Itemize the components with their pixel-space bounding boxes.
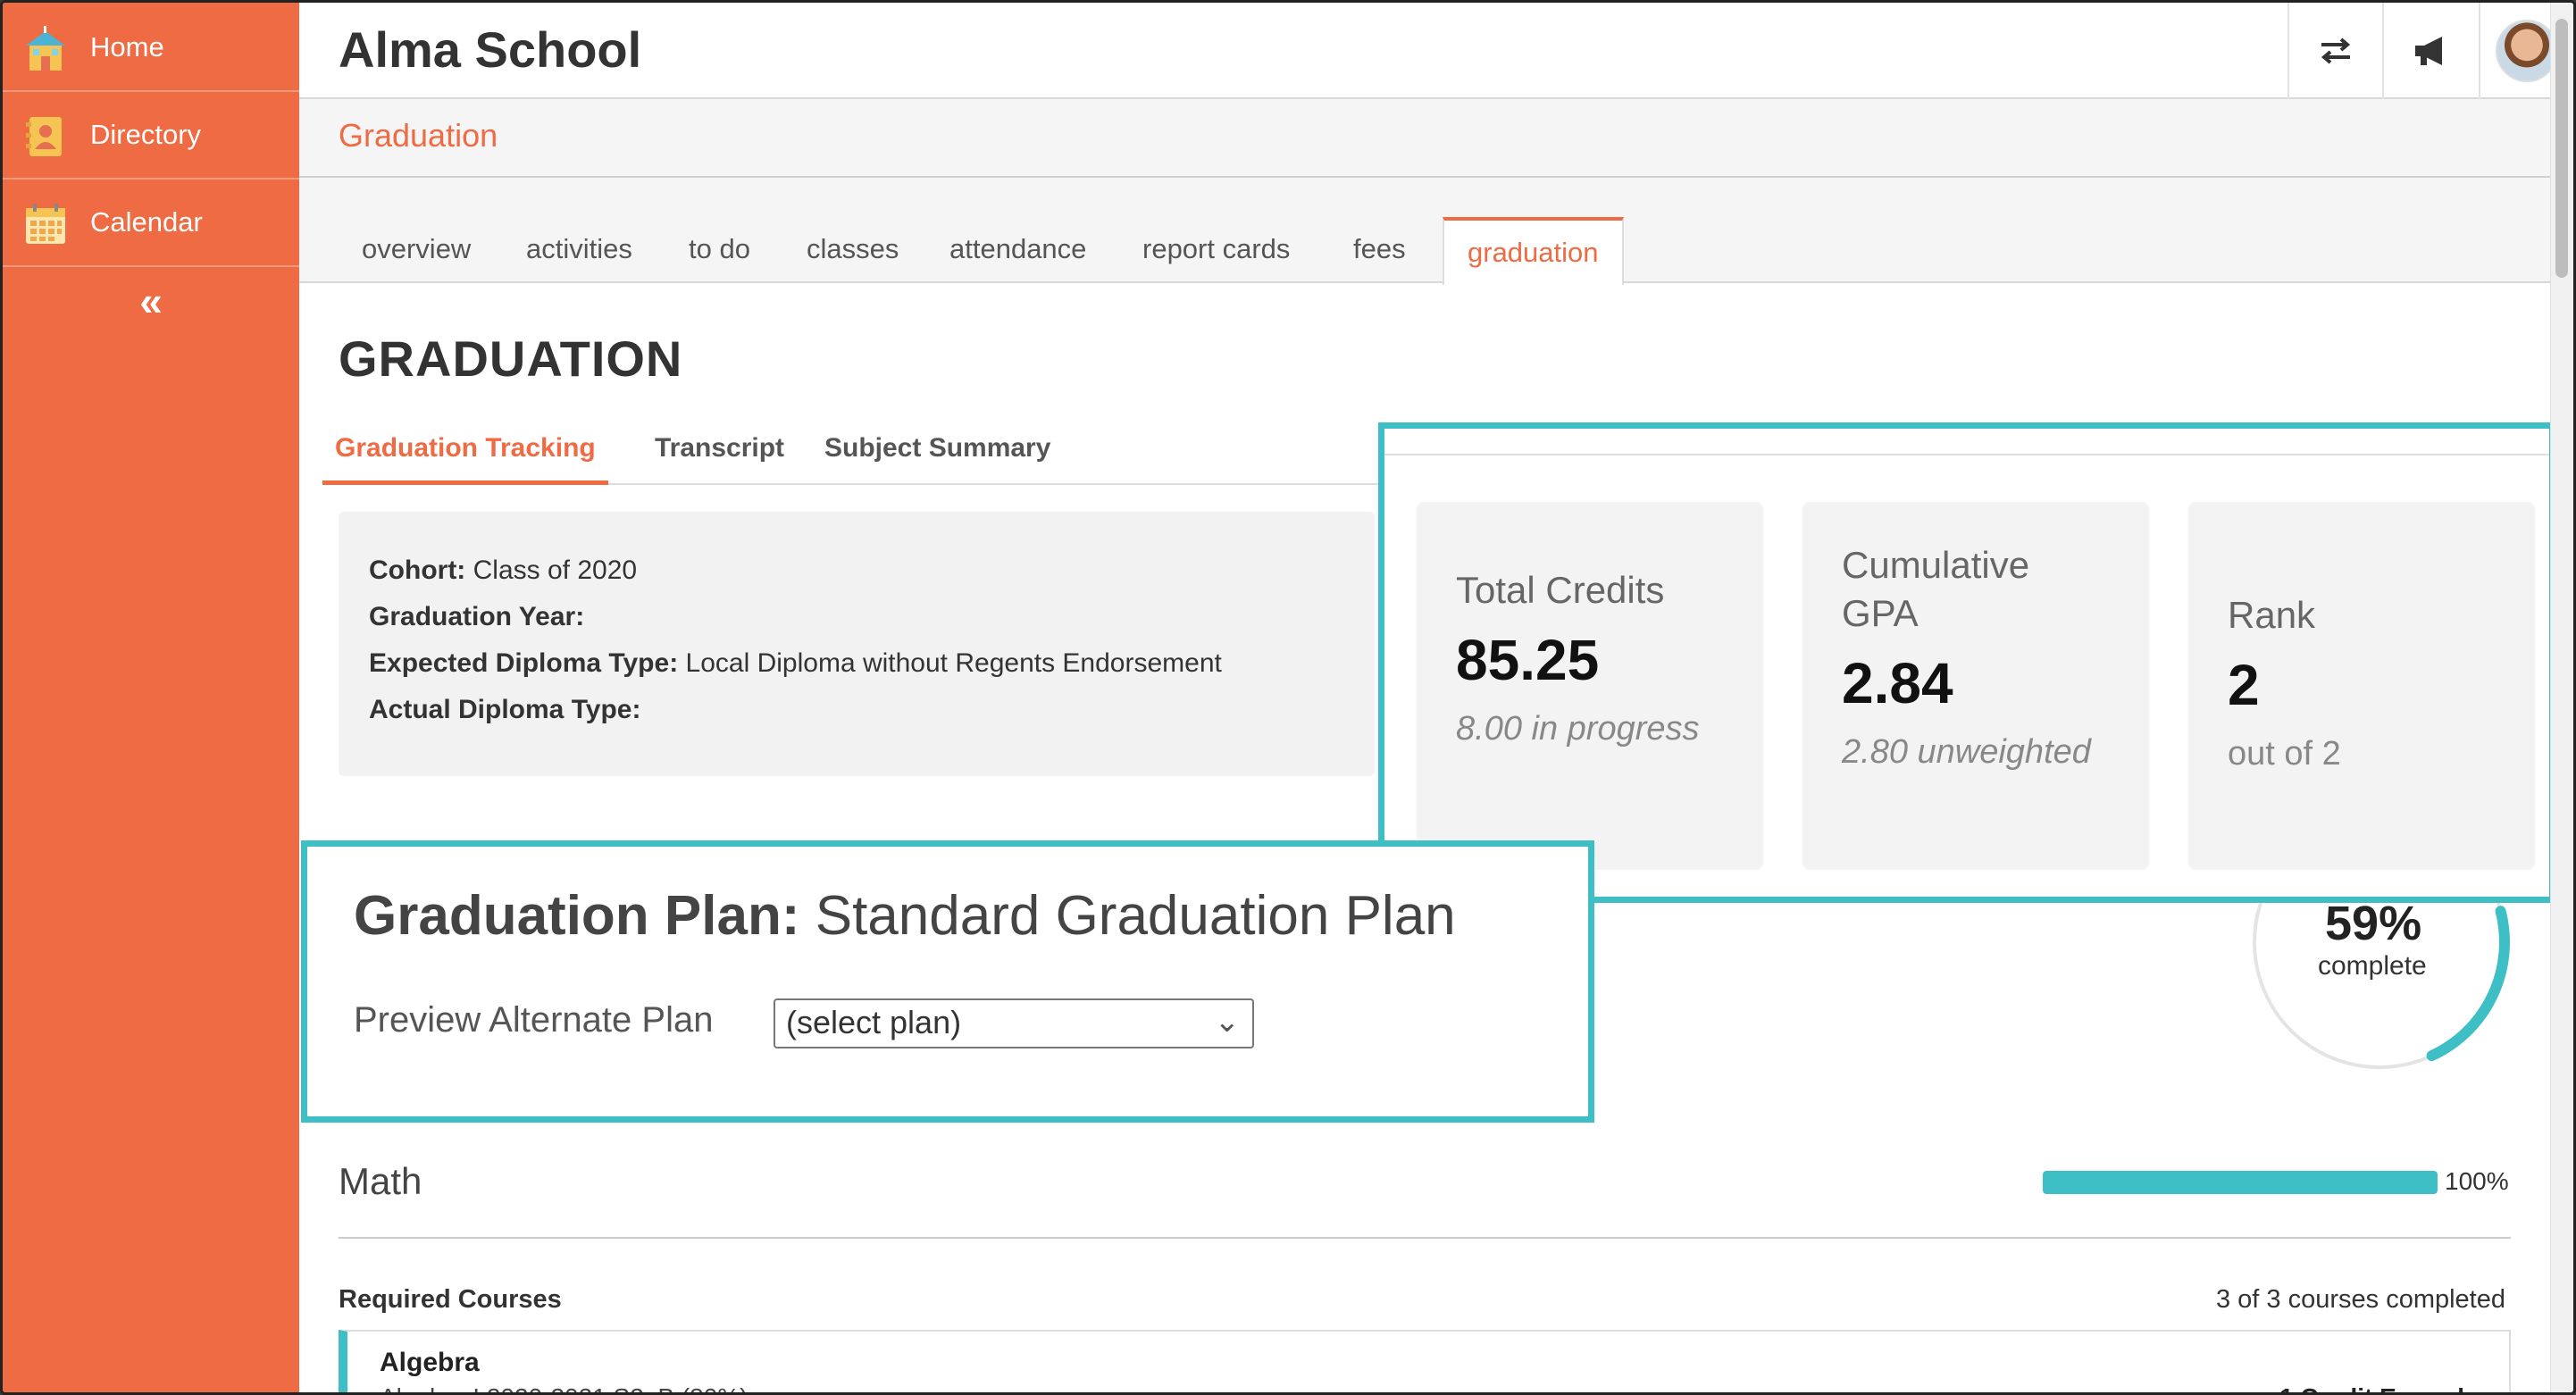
school-title: Alma School	[339, 21, 642, 78]
cohort-info-panel: Cohort: Class of 2020 Graduation Year: E…	[339, 512, 1375, 776]
graduation-year-key: Graduation Year:	[369, 602, 585, 631]
divider	[339, 1237, 2511, 1239]
required-courses-label: Required Courses	[339, 1285, 562, 1314]
scrollbar-thumb[interactable]	[2555, 19, 2568, 278]
divider	[1384, 454, 2549, 455]
tab-attendance[interactable]: attendance	[949, 233, 1086, 265]
switch-button[interactable]	[2287, 3, 2382, 99]
stat-value: 85.25	[1456, 628, 1600, 692]
stat-label: Rank	[2228, 594, 2316, 636]
school-house-icon	[26, 26, 65, 71]
sidebar-item-label: Calendar	[90, 206, 203, 238]
tab-report-cards[interactable]: report cards	[1142, 233, 1290, 265]
sidebar-item-calendar[interactable]: Calendar	[3, 180, 299, 267]
expected-diploma-value: Local Diploma without Regents Endorsemen…	[685, 648, 1222, 678]
progress-percent: 59%	[2325, 897, 2422, 950]
graduation-year-row: Graduation Year:	[369, 594, 1344, 640]
rank-card: Rank 2 out of 2	[2188, 502, 2535, 870]
vertical-scrollbar[interactable]	[2550, 3, 2573, 1392]
megaphone-icon	[2415, 37, 2442, 65]
stat-value: 2	[2228, 653, 2260, 717]
user-avatar	[2496, 20, 2558, 82]
cumulative-gpa-card: Cumulative GPA 2.84 2.80 unweighted	[1802, 502, 2149, 870]
total-credits-card: Total Credits 85.25 8.00 in progress	[1417, 502, 1763, 870]
expected-diploma-row: Expected Diploma Type: Local Diploma wit…	[369, 640, 1344, 687]
course-card[interactable]: Algebra Algebra I 2020-2021 S2: B (80%) …	[339, 1330, 2511, 1392]
plan-title-prefix: Graduation Plan:	[354, 885, 800, 947]
calendar-icon	[26, 204, 65, 244]
tab-activities[interactable]: activities	[526, 233, 632, 265]
select-value: (select plan)	[786, 1004, 962, 1040]
course-name: Algebra	[380, 1348, 480, 1377]
tab-to-do[interactable]: to do	[689, 233, 750, 265]
stat-sub: 8.00 in progress	[1456, 710, 1700, 748]
cohort-value: Class of 2020	[473, 555, 638, 585]
tab-graduation[interactable]: graduation	[1443, 217, 1624, 285]
graduation-plan-title: Graduation Plan: Standard Graduation Pla…	[354, 884, 1456, 948]
cohort-key: Cohort:	[369, 555, 466, 585]
sidebar: Home Directory Calendar «	[3, 3, 299, 1392]
preview-alternate-plan-label: Preview Alternate Plan	[354, 1000, 714, 1040]
subject-progress-bar	[2043, 1171, 2438, 1194]
required-courses-count: 3 of 3 courses completed	[2215, 1285, 2505, 1314]
tab-classes[interactable]: classes	[807, 233, 899, 265]
subtab-bar: Graduation Tracking Transcript Subject S…	[322, 422, 1394, 485]
page-title: GRADUATION	[339, 330, 683, 387]
sidebar-item-directory[interactable]: Directory	[3, 92, 299, 180]
actual-diploma-row: Actual Diploma Type:	[369, 687, 1344, 733]
stat-label: Total Credits	[1456, 569, 1665, 611]
stats-highlight-box: Total Credits 85.25 8.00 in progress Cum…	[1378, 422, 2555, 903]
sidebar-item-label: Home	[90, 31, 164, 63]
subject-progress-percent: 100%	[2445, 1167, 2509, 1195]
stat-value: 2.84	[1842, 651, 1953, 715]
app-window: Home Directory Calendar « Alma School Gr…	[0, 0, 2576, 1395]
course-credit: 1 Credit Earned	[2279, 1383, 2464, 1392]
expected-diploma-key: Expected Diploma Type:	[369, 648, 679, 678]
sidebar-item-label: Directory	[90, 119, 202, 150]
tab-overview[interactable]: overview	[362, 233, 471, 265]
chevron-down-icon: ⌄	[1214, 1005, 1241, 1039]
cohort-row: Cohort: Class of 2020	[369, 547, 1344, 594]
subtab-transcript[interactable]: Transcript	[655, 433, 784, 464]
subject-title: Math	[339, 1160, 422, 1202]
stat-sub: 2.80 unweighted	[1842, 733, 2091, 771]
subtab-subject-summary[interactable]: Subject Summary	[824, 433, 1050, 464]
plan-title-name: Standard Graduation Plan	[815, 885, 1456, 947]
stat-sub: out of 2	[2228, 735, 2341, 773]
alternate-plan-select[interactable]: (select plan) ⌄	[774, 998, 1254, 1048]
course-detail: Algebra I 2020-2021 S2: B (80%)	[380, 1383, 748, 1392]
subject-progress-fill	[2043, 1171, 2438, 1194]
breadcrumb[interactable]: Graduation	[339, 117, 498, 155]
actual-diploma-key: Actual Diploma Type:	[369, 695, 641, 724]
address-book-icon	[26, 117, 62, 156]
stat-label: Cumulative GPA	[1842, 544, 2030, 634]
progress-label: complete	[2318, 951, 2427, 981]
sidebar-item-home[interactable]: Home	[3, 4, 299, 92]
tab-fees[interactable]: fees	[1353, 233, 1406, 265]
switch-arrows-icon	[2321, 38, 2351, 64]
collapse-sidebar-icon[interactable]: «	[128, 280, 174, 322]
graduation-plan-highlight-box: Graduation Plan: Standard Graduation Pla…	[301, 840, 1594, 1123]
announcements-button[interactable]	[2382, 3, 2477, 99]
tab-bar: overview activities to do classes attend…	[299, 178, 2573, 285]
section-bar: Graduation	[299, 99, 2573, 178]
top-header: Alma School	[299, 3, 2573, 99]
subtab-graduation-tracking[interactable]: Graduation Tracking	[322, 433, 608, 485]
